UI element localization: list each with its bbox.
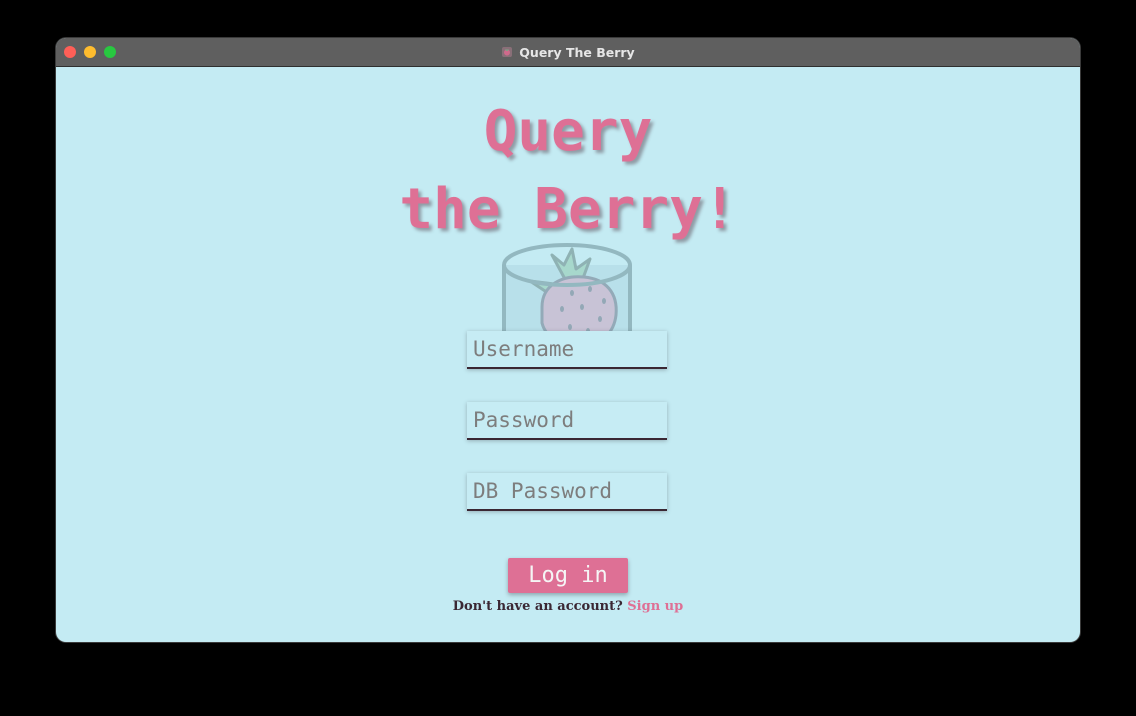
app-window: Query The Berry Query the Berry! Usernam… [56,38,1080,642]
db-password-field [467,473,667,511]
password-field [467,402,667,440]
db-password-input[interactable] [467,473,667,509]
username-input[interactable] [467,331,667,367]
signup-prompt: Don't have an account? [452,599,623,614]
app-title-line-1: Query [483,99,653,164]
login-button[interactable]: Log in [508,558,628,593]
window-title-group: Query The Berry [56,38,1080,66]
title-bar[interactable]: Query The Berry [56,38,1080,67]
signup-link[interactable]: Sign up [627,599,683,614]
strawberry-jar-icon [502,47,513,57]
window-title: Query The Berry [519,44,635,60]
app-title: Query the Berry! [368,93,768,249]
signup-row: Don't have an account? Sign up [368,599,768,614]
password-input[interactable] [467,402,667,438]
username-field [467,331,667,369]
app-title-line-2: the Berry! [399,177,737,242]
login-screen: Query the Berry! Log in Don't have an ac… [56,67,1080,642]
